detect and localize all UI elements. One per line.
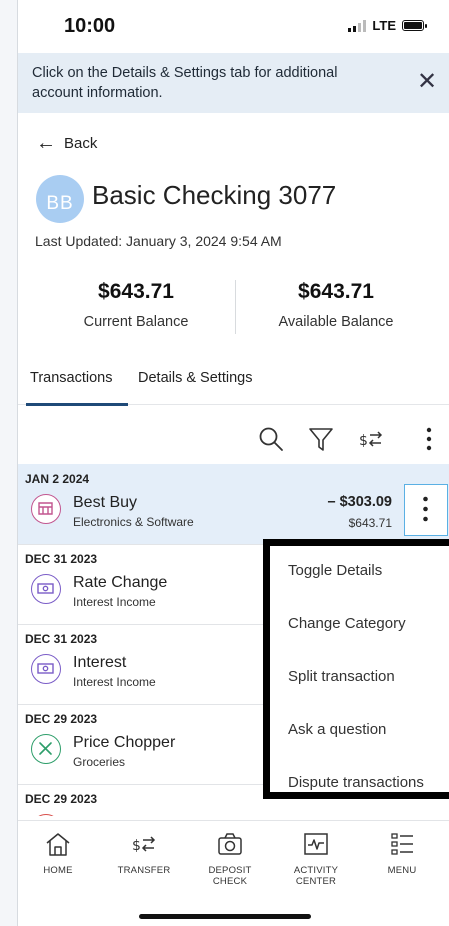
txn-category: Interest Income (73, 675, 156, 689)
txn-category: Interest Income (73, 595, 156, 609)
status-time: 10:00 (64, 15, 116, 37)
cash-icon (31, 654, 61, 684)
available-balance-label: Available Balance (278, 314, 394, 330)
svg-text:$: $ (359, 433, 368, 449)
info-banner-text: Click on the Details & Settings tab for … (32, 65, 338, 101)
back-button[interactable]: ← Back (36, 133, 97, 153)
shopping-cart-icon (31, 494, 61, 524)
balance-summary: $643.71 Current Balance $643.71 Availabl… (18, 280, 449, 340)
txn-amount: – $303.09 (327, 494, 392, 510)
nav-transfer[interactable]: $ TRANSFER (104, 829, 184, 876)
transfer-icon[interactable]: $ (356, 424, 386, 454)
menu-item-split-transaction[interactable]: Split transaction (288, 668, 395, 685)
close-icon[interactable]: ✕ (416, 70, 438, 94)
utensils-icon (31, 734, 61, 764)
more-vertical-icon[interactable] (414, 424, 444, 454)
nav-label: MENU (387, 865, 417, 876)
transaction-context-menu: Toggle Details Change Category Split tra… (263, 539, 449, 799)
txn-name: Rate Change (73, 574, 168, 591)
menu-item-change-category[interactable]: Change Category (288, 615, 406, 632)
nav-deposit-check[interactable]: DEPOSIT CHECK (190, 829, 270, 887)
nav-label: ACTIVITY CENTER (293, 865, 339, 887)
txn-date: DEC 29 2023 (25, 792, 98, 806)
info-banner: Click on the Details & Settings tab for … (18, 53, 449, 113)
current-balance-label: Current Balance (83, 314, 189, 330)
current-balance-amount: $643.71 (98, 280, 174, 303)
arrow-left-icon: ← (36, 132, 56, 154)
txn-date: JAN 2 2024 (25, 472, 90, 486)
current-balance: $643.71 Current Balance (36, 280, 236, 330)
transfer-icon: $ (132, 836, 156, 854)
home-indicator (139, 914, 311, 919)
txn-name: Best Buy (73, 494, 138, 511)
txn-name: Price Chopper (73, 734, 176, 751)
txn-category: Electronics & Software (73, 515, 194, 529)
tab-details-settings[interactable]: Details & Settings (138, 370, 252, 386)
home-icon (46, 833, 70, 856)
tab-transactions[interactable]: Transactions (30, 370, 112, 386)
phone-screen: 10:00 LTE Click on the Details & Setting… (17, 0, 449, 926)
search-icon[interactable] (256, 424, 286, 454)
bottom-nav: HOME $ TRANSFER DEPOSIT CHECK ACTIVITY C… (18, 820, 449, 901)
row-more-button[interactable] (404, 484, 448, 536)
nav-label: TRANSFER (117, 865, 171, 876)
avatar: BB (36, 175, 84, 223)
menu-item-dispute-transactions[interactable]: Dispute transactions (288, 774, 424, 791)
menu-item-toggle-details[interactable]: Toggle Details (288, 562, 382, 579)
category-icon (31, 814, 61, 816)
nav-label: HOME (43, 865, 73, 876)
back-label: Back (64, 134, 98, 152)
nav-label: DEPOSIT CHECK (208, 865, 252, 887)
status-bar: 10:00 LTE (18, 0, 449, 50)
battery-icon (402, 20, 427, 31)
table-row[interactable]: JAN 2 2024 Best Buy Electronics & Softwa… (18, 464, 449, 545)
txn-date: DEC 31 2023 (25, 632, 98, 646)
txn-date: DEC 29 2023 (25, 712, 98, 726)
nav-home[interactable]: HOME (18, 829, 98, 876)
activity-icon (304, 833, 328, 855)
transaction-toolbar: $ (18, 418, 449, 460)
txn-name: Interest (73, 654, 127, 671)
txn-date: DEC 31 2023 (25, 552, 98, 566)
network-type: LTE (372, 18, 396, 33)
available-balance: $643.71 Available Balance (236, 280, 436, 330)
active-tab-indicator (26, 403, 128, 406)
camera-icon (218, 833, 242, 855)
last-updated: Last Updated: January 3, 2024 9:54 AM (35, 233, 282, 249)
signal-icon (348, 19, 367, 32)
filter-icon[interactable] (306, 424, 336, 454)
cash-icon (31, 574, 61, 604)
available-balance-amount: $643.71 (298, 280, 374, 303)
txn-running-balance: $643.71 (348, 516, 392, 530)
tab-bar: Transactions Details & Settings (18, 362, 449, 406)
status-indicators: LTE (348, 18, 427, 33)
nav-activity-center[interactable]: ACTIVITY CENTER (276, 829, 356, 887)
page-title: Basic Checking 3077 (92, 180, 337, 210)
svg-text:$: $ (132, 838, 141, 854)
menu-icon (391, 833, 413, 855)
txn-category: Groceries (73, 755, 126, 769)
menu-item-ask-question[interactable]: Ask a question (288, 721, 386, 738)
nav-menu[interactable]: MENU (362, 829, 442, 876)
